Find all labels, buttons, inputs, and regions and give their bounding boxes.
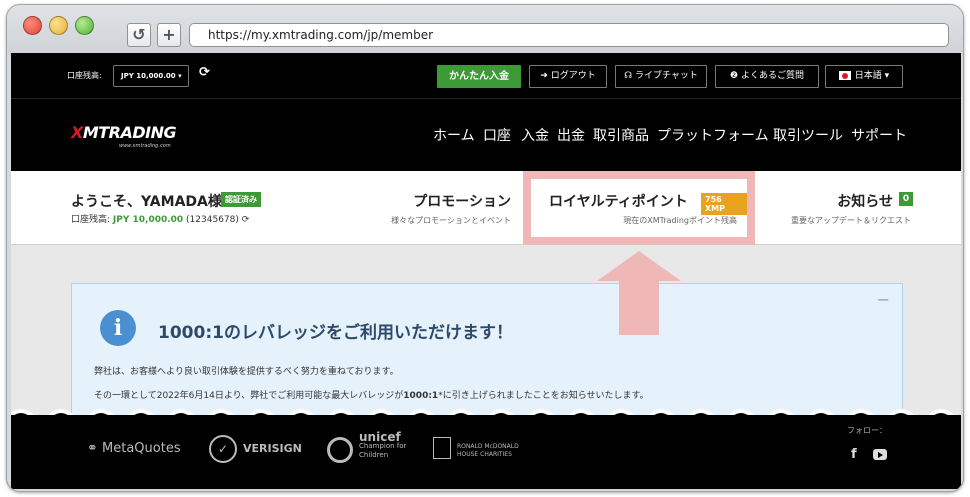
news-count-badge: 0 [899,192,913,206]
balance-amount: JPY 10,000.00 [112,215,184,225]
nav-support[interactable]: サポート [851,125,907,145]
logo-mark: X [71,123,83,142]
balance-prefix: 口座残高: [71,215,113,225]
balance-line: 口座残高: JPY 10,000.00 (12345678) ⟳ [71,212,249,225]
loyalty-points-panel[interactable]: ロイヤルティポイント 756 XMP 現在のXMTradingポイント残高 [523,171,755,245]
loyalty-points-title: ロイヤルティポイント [549,194,688,210]
account-number: (12345678) ⟳ [183,215,250,225]
quick-deposit-button[interactable]: かんたん入金 [437,65,521,88]
collapse-button[interactable]: − [877,290,890,309]
unicef-text: unicef Champion for Children [359,430,419,460]
text-part: その一環として2022年6月14日より、弊社でご利用可能な最大レバレッジが [94,391,404,401]
xmtrading-logo[interactable]: XMTRADING [71,123,177,142]
language-select[interactable]: 日本語 ▾ [825,65,903,88]
loyalty-points-subtitle: 現在のXMTradingポイント残高 [623,216,737,225]
live-chat-button[interactable]: ☊ ライブチャット [615,65,707,88]
youtube-icon[interactable] [873,449,887,460]
minimize-window-button[interactable] [49,16,68,35]
japan-flag-icon [838,71,851,80]
metaquotes-text: MetaQuotes [102,441,181,456]
maximize-window-button[interactable] [75,16,94,35]
balance-label: 口座残高: [67,71,102,80]
info-icon: i [100,310,136,346]
logo-subtitle: www.xmtrading.com [119,143,171,149]
new-tab-button[interactable]: + [157,23,181,47]
logo-text: MTRADING [82,123,177,142]
member-info-bar: ようこそ、YAMADA様 ▾ 認証済み 口座残高: JPY 10,000.00 … [11,171,961,245]
unicef-tagline: Champion for Children [359,442,407,459]
refresh-balance-icon[interactable]: ⟳ [199,65,210,80]
rmhc-text: RONALD McDONALD HOUSE CHARITIES [457,443,519,458]
nav-deposit[interactable]: 入金 [521,125,549,145]
verisign-logo: ✓ VERISIGN [209,435,302,463]
address-bar[interactable]: https://my.xmtrading.com/jp/member [189,23,949,47]
announcement-text-1: 弊社は、お客様へより良い取引体験を提供するべく努力を重ねております。 [94,367,399,377]
announcement-title: 1000:1のレバレッジをご利用いただけます！ [158,323,513,343]
browser-window: ↺ + https://my.xmtrading.com/jp/member 口… [6,4,964,492]
top-utility-bar: 口座残高: JPY 10,000.00 ▾ ⟳ かんたん入金 ➜ ログアウト ☊… [11,53,961,99]
metaquotes-icon: ⚭ [87,441,103,456]
unicef-name: unicef [359,430,401,444]
nav-platforms[interactable]: プラットフォーム [657,125,769,145]
announcement-text-2: その一環として2022年6月14日より、弊社でご利用可能な最大レバレッジが100… [94,388,649,401]
logout-button[interactable]: ➜ ログアウト [529,65,607,88]
reload-icon[interactable]: ↺ [127,23,151,47]
nav-trading-tools[interactable]: 取引ツール [773,125,843,145]
footer: ⚭ MetaQuotes ✓ VERISIGN unicef Champion fo… [11,415,961,489]
metaquotes-logo: ⚭ MetaQuotes [87,441,181,456]
rmhc-icon [433,437,451,459]
text-part: *に引き上げられましたことをお知らせいたします。 [438,391,649,401]
main-navbar: XMTRADING www.xmtrading.com ホーム 口座 入金 出金… [11,99,961,171]
news-subtitle: 重要なアップデート＆リクエスト [791,216,911,225]
close-window-button[interactable] [23,16,42,35]
xmp-points-badge: 756 XMP [701,193,747,215]
language-label: 日本語 ▾ [854,71,890,81]
up-arrow-icon [597,251,681,335]
facebook-icon[interactable]: f [851,447,857,462]
nav-home[interactable]: ホーム [433,125,475,145]
verified-badge: 認証済み [221,192,261,207]
nav-account[interactable]: 口座 [483,125,511,145]
promotions-link[interactable]: プロモーション [413,191,511,211]
verisign-check-icon: ✓ [209,435,237,463]
leverage-value: 1000:1 [403,391,439,401]
unicef-icon [327,437,353,463]
nav-instruments[interactable]: 取引商品 [593,125,649,145]
promotions-subtitle: 様々なプロモーションとイベント [391,216,511,225]
faq-button[interactable]: ❷ よくあるご質問 [715,65,819,88]
web-page: 口座残高: JPY 10,000.00 ▾ ⟳ かんたん入金 ➜ ログアウト ☊… [11,53,961,489]
nav-withdrawal[interactable]: 出金 [557,125,585,145]
follow-label: フォロー： [847,426,887,435]
news-link[interactable]: お知らせ [837,191,893,211]
verisign-text: VERISIGN [243,442,302,455]
welcome-user-menu[interactable]: ようこそ、YAMADA様 ▾ [71,191,234,211]
account-select[interactable]: JPY 10,000.00 ▾ [113,65,189,87]
browser-chrome: ↺ + https://my.xmtrading.com/jp/member [7,5,963,55]
